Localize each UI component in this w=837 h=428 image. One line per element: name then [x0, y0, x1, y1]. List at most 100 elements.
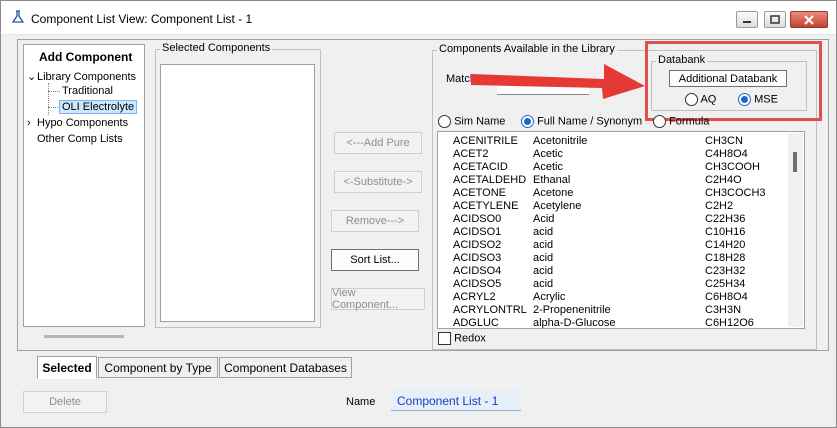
name-label: Name [346, 396, 376, 408]
close-button[interactable] [790, 11, 828, 28]
radio-sim-name-indicator[interactable] [438, 115, 451, 128]
minimize-button[interactable] [736, 11, 758, 28]
library-cell-sim: ACENITRILE [453, 135, 518, 147]
highlight-box [645, 41, 822, 121]
maximize-button[interactable] [764, 11, 786, 28]
library-cell-sim: ACIDSO3 [453, 252, 502, 264]
annotation-arrow-icon [471, 64, 645, 99]
library-cell-full: Acetylene [533, 200, 582, 212]
tree-item-traditional[interactable]: Traditional [62, 85, 113, 97]
library-cell-full: alpha-D-Glucose [533, 317, 616, 329]
radio-sim-name[interactable]: Sim Name [438, 115, 505, 128]
tree-connector [48, 83, 49, 115]
library-cell-sim: ACIDSO5 [453, 278, 502, 290]
sort-list-button[interactable]: Sort List... [331, 249, 419, 271]
library-legend: Components Available in the Library [437, 43, 617, 55]
library-cell-formula: C23H32 [705, 265, 746, 277]
library-cell-formula: C25H34 [705, 278, 746, 290]
library-cell-full: acid [533, 278, 554, 290]
radio-formula-label: Formula [669, 115, 710, 128]
library-cell-sim: ACIDSO0 [453, 213, 502, 225]
library-cell-full: Acetic [533, 148, 563, 160]
library-cell-full: acid [533, 252, 554, 264]
library-cell-formula: C2H2 [705, 200, 734, 212]
name-field[interactable]: Component List - 1 [391, 390, 521, 411]
tree-item-oli-electrolyte[interactable]: OLI Electrolyte [59, 100, 138, 114]
library-cell-formula: C4H8O4 [705, 148, 748, 160]
library-cell-sim: ACET2 [453, 148, 489, 160]
scrollbar-thumb[interactable] [793, 152, 797, 172]
tree-item-library-components[interactable]: ⌄Library Components [27, 70, 136, 83]
tree-item-other-comp-lists[interactable]: Other Comp Lists [37, 133, 123, 145]
delete-button[interactable]: Delete [23, 391, 107, 413]
tab-component-by-type[interactable]: Component by Type [98, 357, 218, 378]
library-cell-sim: ACIDSO4 [453, 265, 502, 277]
tree-connector [48, 107, 58, 108]
library-cell-formula: CH3COOH [705, 161, 761, 173]
library-cell-sim: ACETYLENE [453, 200, 519, 212]
library-cell-formula: C6H12O6 [705, 317, 754, 329]
library-cell-sim: ACETALDEHD [453, 174, 527, 186]
minimize-icon [743, 20, 751, 23]
library-list[interactable]: ACENITRILE Acetonitrile CH3CN ACET2 Acetic C4… [437, 131, 805, 329]
expand-arrow-icon[interactable]: › [27, 117, 37, 129]
library-cell-formula: C18H28 [705, 252, 746, 264]
library-cell-full: Acid [533, 213, 555, 225]
library-cell-full: Acetone [533, 187, 574, 199]
library-cell-formula: C10H16 [705, 226, 746, 238]
redox-label: Redox [454, 332, 486, 345]
library-cell-sim: ACIDSO2 [453, 239, 502, 251]
vertical-scrollbar[interactable] [788, 133, 803, 327]
library-cell-full: Acetonitrile [533, 135, 588, 147]
window-title: Component List View: Component List - 1 [31, 12, 253, 26]
library-cell-sim: ACETONE [453, 187, 506, 199]
tree-connector [48, 91, 60, 92]
add-component-heading: Add Component [39, 50, 133, 64]
view-component-button[interactable]: View Component... [331, 287, 425, 311]
redox-checkbox-indicator[interactable] [438, 332, 451, 345]
radio-formula[interactable]: Formula [653, 115, 709, 128]
tab-selected[interactable]: Selected [37, 356, 97, 379]
redox-checkbox[interactable]: Redox [438, 332, 486, 345]
tab-component-databases[interactable]: Component Databases [219, 357, 352, 378]
library-cell-full: Acetic [533, 161, 563, 173]
selected-components-list[interactable] [160, 64, 315, 322]
radio-full-name-label: Full Name / Synonym [537, 115, 643, 128]
selected-components-group: Selected Components [155, 42, 321, 328]
library-cell-formula: C6H8O4 [705, 291, 748, 303]
library-cell-formula: CH3CN [705, 135, 743, 147]
maximize-icon [770, 15, 780, 24]
collapse-arrow-icon[interactable]: ⌄ [27, 70, 37, 83]
library-cell-formula: C3H3N [705, 304, 742, 316]
library-cell-sim: ADGLUC [453, 317, 499, 329]
library-cell-full: 2-Propenenitrile [533, 304, 611, 316]
library-cell-full: acid [533, 239, 554, 251]
library-cell-formula: CH3COCH3 [705, 187, 766, 199]
horizontal-scrollbar[interactable] [44, 335, 124, 338]
close-icon [804, 14, 814, 25]
library-cell-full: acid [533, 226, 554, 238]
radio-full-name-indicator[interactable] [521, 115, 534, 128]
library-cell-full: Ethanal [533, 174, 571, 186]
tree-item-hypo-components[interactable]: › Hypo Components [27, 117, 128, 129]
component-list-window: Component List View: Component List - 1 … [0, 0, 837, 428]
add-component-panel: Add Component ⌄Library Components Tradit… [23, 44, 145, 338]
radio-sim-name-label: Sim Name [454, 115, 506, 128]
radio-formula-indicator[interactable] [653, 115, 666, 128]
title-bar[interactable]: Component List View: Component List - 1 [1, 1, 836, 35]
library-cell-sim: ACIDSO1 [453, 226, 502, 238]
library-cell-sim: ACRYL2 [453, 291, 496, 303]
library-cell-formula: C22H36 [705, 213, 746, 225]
radio-full-name[interactable]: Full Name / Synonym [521, 115, 642, 128]
app-flask-icon [11, 10, 25, 23]
add-pure-button[interactable]: <---Add Pure [334, 132, 422, 154]
substitute-button[interactable]: <-Substitute-> [334, 171, 422, 193]
library-cell-sim: ACETACID [453, 161, 508, 173]
selected-components-legend: Selected Components [160, 42, 273, 54]
remove-button[interactable]: Remove---> [331, 210, 419, 232]
library-cell-full: acid [533, 265, 554, 277]
library-cell-sim: ACRYLONTRL [453, 304, 527, 316]
library-cell-formula: C2H4O [705, 174, 742, 186]
library-cell-full: Acrylic [533, 291, 566, 303]
library-cell-formula: C14H20 [705, 239, 746, 251]
